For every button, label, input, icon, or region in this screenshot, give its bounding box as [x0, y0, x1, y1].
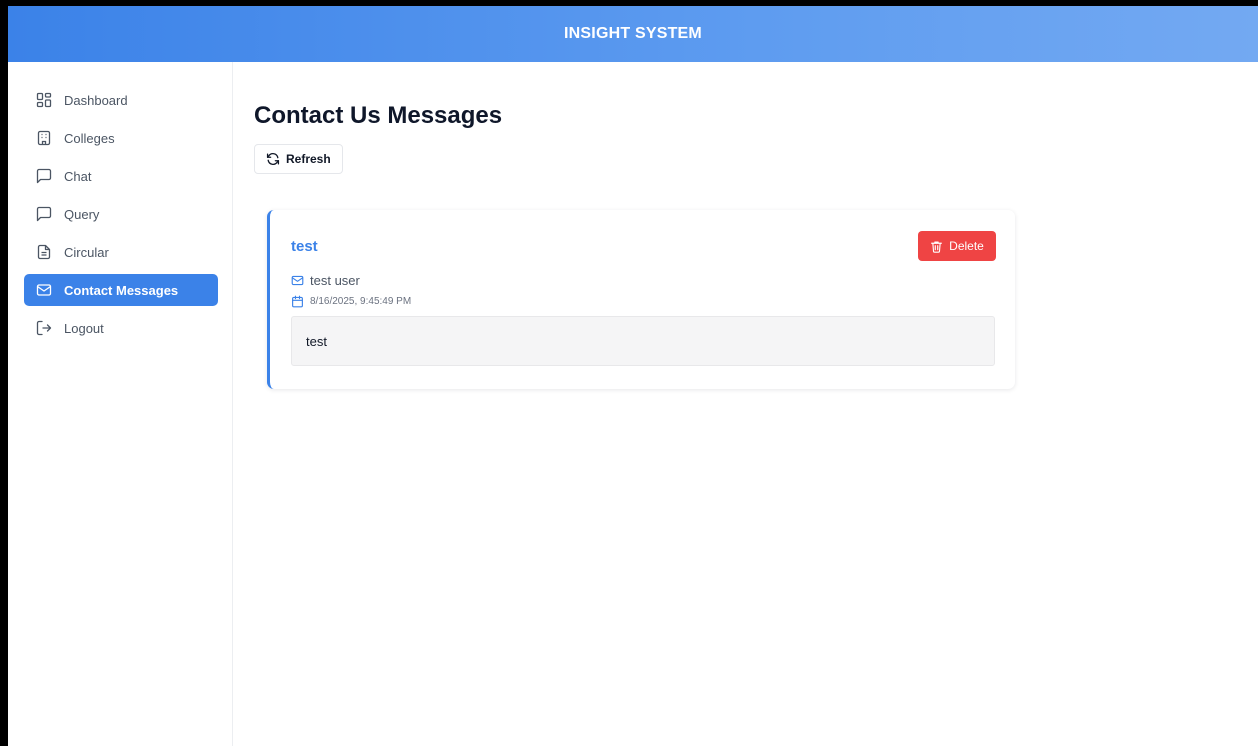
calendar-icon — [291, 295, 304, 308]
mail-icon — [36, 282, 52, 298]
message-date: 8/16/2025, 9:45:49 PM — [310, 296, 412, 307]
sidebar-item-label: Circular — [64, 244, 109, 260]
refresh-icon — [266, 152, 280, 166]
message-square-icon — [36, 206, 52, 222]
refresh-button[interactable]: Refresh — [254, 144, 343, 174]
file-text-icon — [36, 244, 52, 260]
main-content: Contact Us Messages Refresh test Delete … — [254, 62, 1258, 746]
sidebar-item-logout[interactable]: Logout — [24, 312, 218, 344]
message-sender: test user — [310, 273, 360, 288]
message-sender-row: test user — [291, 273, 360, 288]
delete-label: Delete — [949, 239, 984, 253]
app-title: INSIGHT SYSTEM — [564, 25, 702, 42]
app-window: INSIGHT SYSTEM Dashboard Colleges Chat Q… — [8, 6, 1258, 746]
message-body-text: test — [306, 333, 327, 349]
message-card: test Delete test user 8/16/2025, 9:45:49… — [267, 210, 1015, 389]
message-date-row: 8/16/2025, 9:45:49 PM — [291, 295, 411, 308]
trash-icon — [930, 240, 943, 253]
sidebar-item-label: Query — [64, 206, 100, 222]
delete-button[interactable]: Delete — [918, 231, 996, 261]
mail-icon — [291, 274, 304, 287]
sidebar-item-dashboard[interactable]: Dashboard — [24, 84, 218, 116]
sidebar: Dashboard Colleges Chat Query Circular C… — [8, 62, 233, 746]
sidebar-item-label: Colleges — [64, 130, 115, 146]
sidebar-item-query[interactable]: Query — [24, 198, 218, 230]
building-icon — [36, 130, 52, 146]
sidebar-item-label: Contact Messages — [64, 282, 179, 298]
sidebar-item-label: Chat — [64, 168, 92, 184]
message-square-icon — [36, 168, 52, 184]
sidebar-item-contact-messages[interactable]: Contact Messages — [24, 274, 218, 306]
message-subject: test — [291, 238, 318, 255]
sidebar-item-label: Dashboard — [64, 92, 128, 108]
sidebar-item-circular[interactable]: Circular — [24, 236, 218, 268]
refresh-label: Refresh — [286, 152, 331, 166]
sidebar-item-label: Logout — [64, 320, 104, 336]
top-header: INSIGHT SYSTEM — [8, 6, 1258, 62]
message-body: test — [291, 316, 995, 366]
page-title: Contact Us Messages — [254, 102, 503, 129]
sidebar-item-colleges[interactable]: Colleges — [24, 122, 218, 154]
logout-icon — [36, 320, 52, 336]
dashboard-grid-icon — [36, 92, 52, 108]
sidebar-item-chat[interactable]: Chat — [24, 160, 218, 192]
